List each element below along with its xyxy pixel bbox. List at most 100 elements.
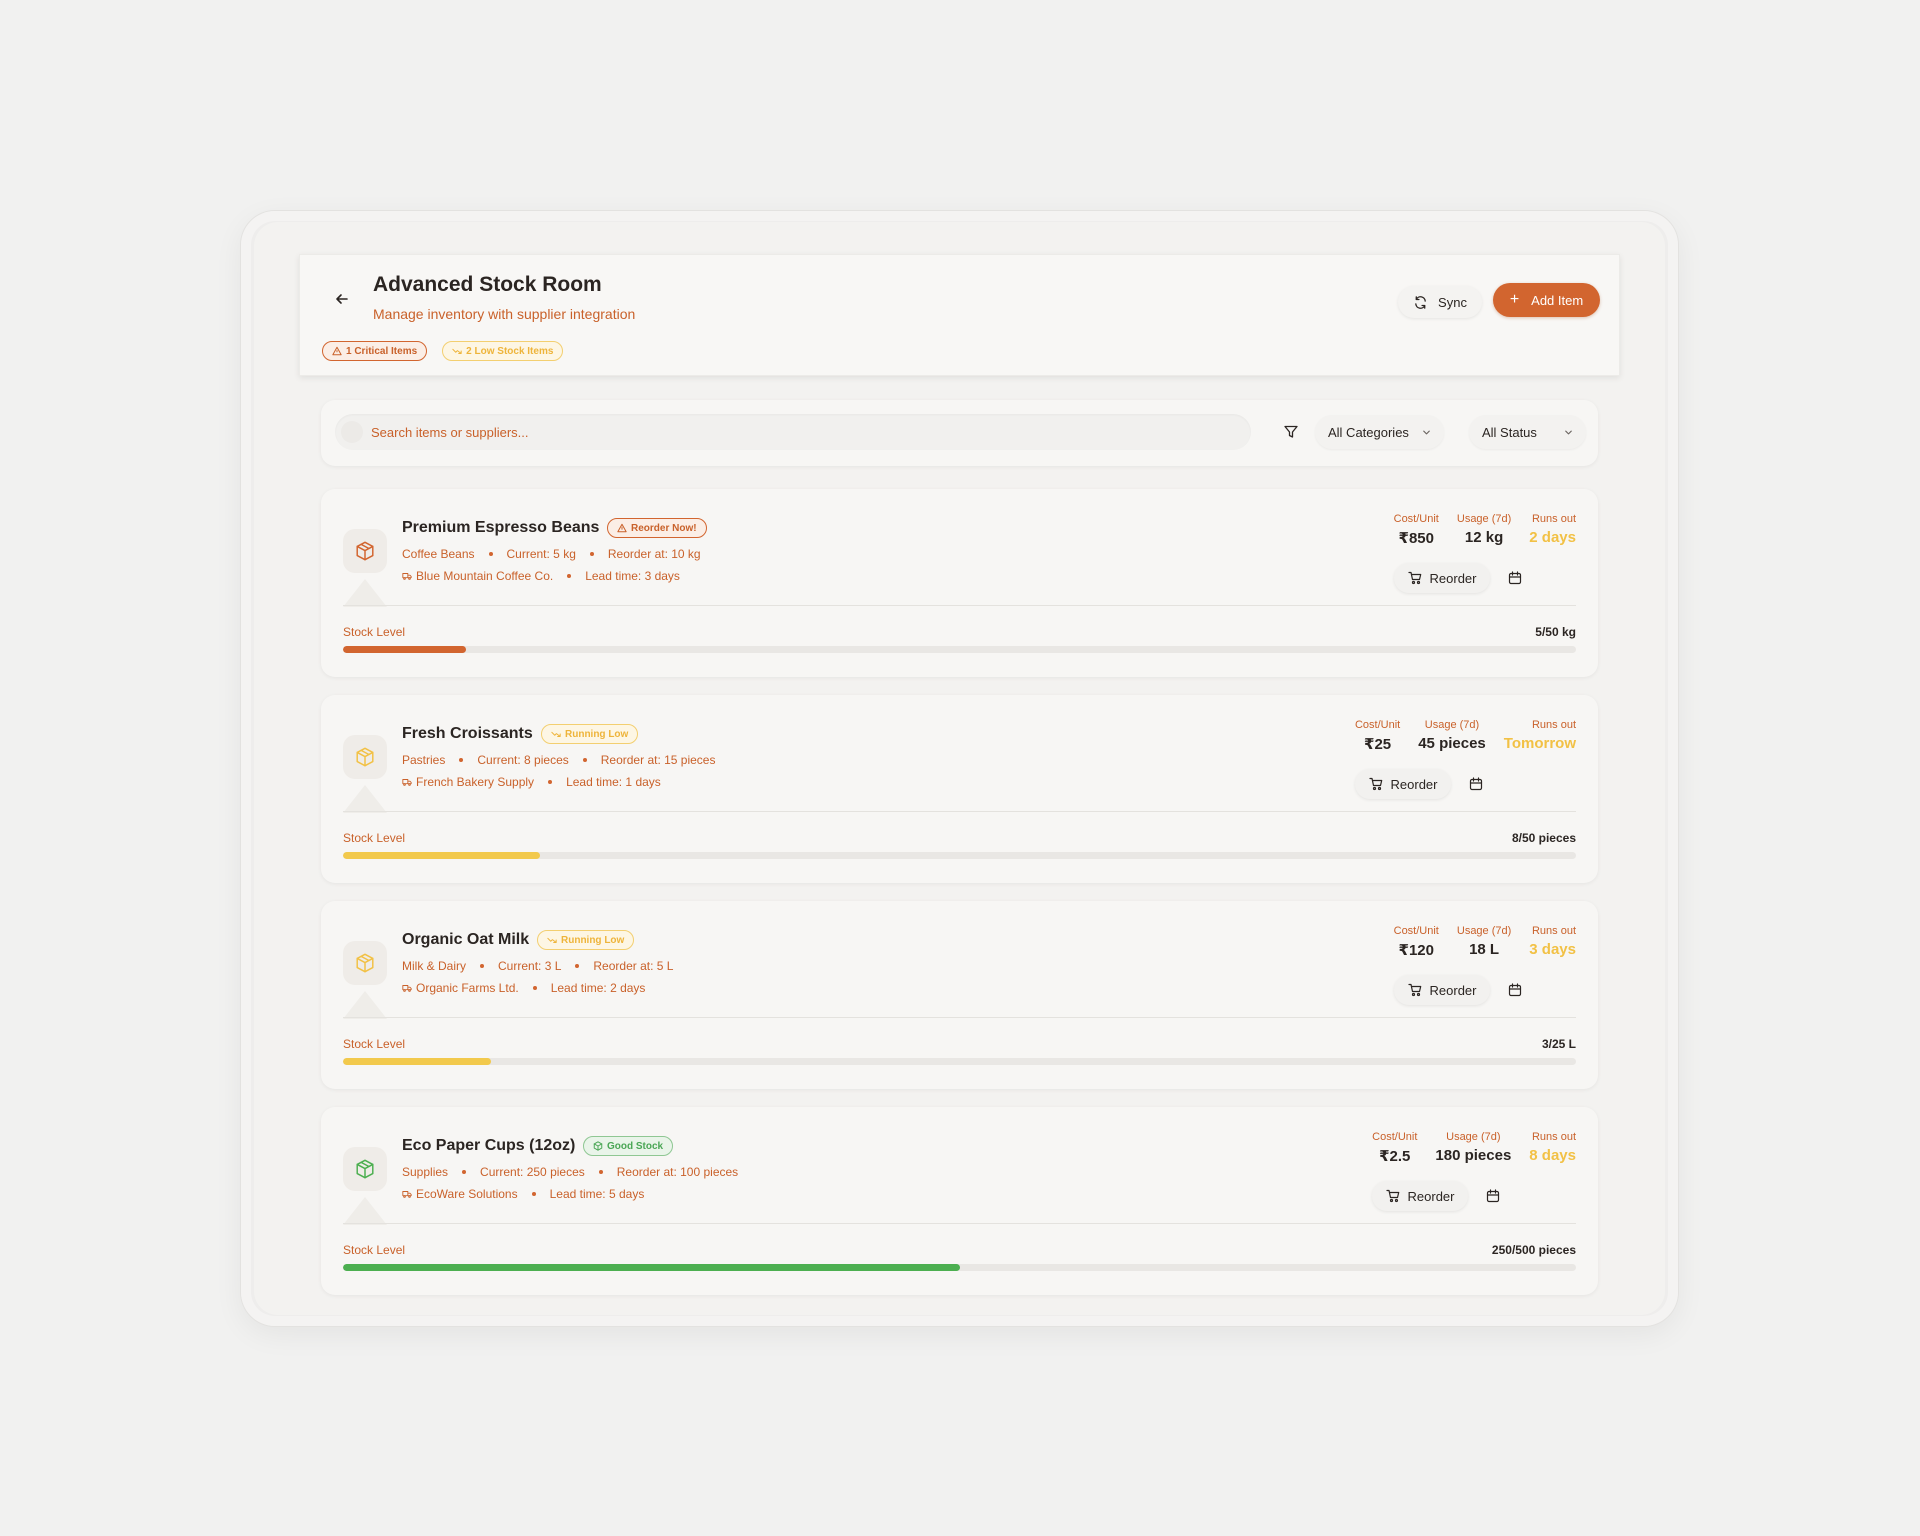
usage-stat: Usage (7d) 45 pieces bbox=[1418, 719, 1486, 753]
item-category: Milk & Dairy bbox=[402, 959, 467, 973]
cost-stat: Cost/Unit ₹2.5 bbox=[1372, 1131, 1417, 1165]
item-supplier: French Bakery Supply bbox=[416, 775, 535, 789]
runs-out-value: 2 days bbox=[1529, 529, 1576, 546]
item-lead-time: Lead time: 3 days bbox=[585, 569, 680, 583]
package-icon bbox=[356, 1159, 374, 1179]
stock-count: 250/500 pieces bbox=[1491, 1243, 1576, 1257]
item-reorder-at: Reorder at: 15 pieces bbox=[600, 753, 716, 767]
truck-icon bbox=[402, 779, 412, 786]
cost-value: ₹25 bbox=[1364, 736, 1392, 753]
item-lead-time: Lead time: 5 days bbox=[549, 1187, 645, 1201]
usage-label: Usage (7d) bbox=[1446, 1131, 1501, 1143]
item-name: Eco Paper Cups (12oz) bbox=[402, 1137, 576, 1154]
item-category: Coffee Beans bbox=[402, 547, 475, 561]
separator-dot bbox=[589, 552, 594, 556]
stock-level-label: Stock Level bbox=[343, 831, 406, 845]
category-select[interactable]: All Categories bbox=[1315, 415, 1444, 449]
search-input[interactable] bbox=[335, 414, 1251, 450]
page-header: Advanced Stock Room Manage inventory wit… bbox=[299, 254, 1620, 376]
calendar-icon[interactable] bbox=[1486, 1189, 1500, 1203]
item-stats: Cost/Unit ₹25 Usage (7d) 45 pieces Runs … bbox=[1355, 719, 1576, 753]
inventory-card[interactable]: Organic Oat Milk Running Low Milk & Dair… bbox=[321, 901, 1598, 1089]
runs-out-value: Tomorrow bbox=[1503, 735, 1576, 752]
item-current: Current: 3 L bbox=[498, 959, 562, 973]
item-actions: Reorder bbox=[1355, 769, 1483, 799]
low-stock-badge[interactable]: 2 Low Stock Items bbox=[442, 341, 564, 361]
stock-progress-fill bbox=[343, 852, 541, 859]
item-name: Organic Oat Milk bbox=[402, 931, 530, 948]
separator-dot bbox=[488, 552, 493, 556]
runs-out-stat: Runs out 3 days bbox=[1529, 925, 1576, 959]
runs-out-label: Runs out bbox=[1531, 1131, 1576, 1143]
status-select[interactable]: All Status bbox=[1469, 415, 1586, 449]
inventory-card[interactable]: Premium Espresso Beans Reorder Now! Coff… bbox=[321, 489, 1598, 677]
item-stats: Cost/Unit ₹120 Usage (7d) 18 L Runs out … bbox=[1394, 925, 1576, 959]
warning-icon bbox=[617, 523, 627, 533]
arrow-left-icon[interactable] bbox=[332, 289, 352, 309]
card-divider bbox=[343, 1223, 1576, 1224]
reorder-button[interactable]: Reorder bbox=[1355, 769, 1451, 799]
package-icon bbox=[356, 953, 374, 973]
filter-icon bbox=[1284, 425, 1298, 438]
reorder-button[interactable]: Reorder bbox=[1394, 563, 1490, 593]
cost-label: Cost/Unit bbox=[1393, 513, 1439, 525]
status-select-value: All Status bbox=[1482, 424, 1537, 440]
calendar-icon[interactable] bbox=[1508, 983, 1522, 997]
cost-value: ₹2.5 bbox=[1379, 1148, 1411, 1165]
alert-badges: 1 Critical Items 2 Low Stock Items bbox=[322, 341, 564, 361]
item-name: Fresh Croissants bbox=[402, 725, 533, 742]
stock-level-label: Stock Level bbox=[343, 1243, 406, 1257]
item-icon bbox=[343, 941, 387, 985]
supplier-details: Blue Mountain Coffee Co. Lead time: 3 da… bbox=[402, 569, 680, 583]
truck-icon bbox=[402, 1191, 412, 1198]
reorder-label: Reorder bbox=[1390, 776, 1438, 792]
add-item-button[interactable]: + Add Item bbox=[1493, 283, 1600, 317]
calendar-icon[interactable] bbox=[1469, 777, 1483, 791]
icon-shadow bbox=[343, 579, 387, 607]
runs-out-stat: Runs out Tomorrow bbox=[1504, 719, 1576, 753]
cart-icon bbox=[1385, 1189, 1399, 1203]
low-stock-label: 2 Low Stock Items bbox=[466, 345, 554, 357]
runs-out-value: 3 days bbox=[1529, 941, 1576, 958]
item-category: Pastries bbox=[402, 753, 446, 767]
item-icon bbox=[343, 735, 387, 779]
item-name: Premium Espresso Beans bbox=[402, 519, 600, 536]
stock-count: 8/50 pieces bbox=[1511, 831, 1576, 845]
chevron-down-icon bbox=[1423, 430, 1430, 434]
usage-label: Usage (7d) bbox=[1456, 513, 1512, 525]
card-divider bbox=[343, 811, 1576, 812]
cart-icon bbox=[1407, 983, 1421, 997]
runs-out-label: Runs out bbox=[1531, 925, 1576, 937]
usage-label: Usage (7d) bbox=[1456, 925, 1512, 937]
calendar-icon[interactable] bbox=[1508, 571, 1522, 585]
separator-dot bbox=[575, 964, 580, 968]
separator-dot bbox=[598, 1170, 603, 1174]
sync-label: Sync bbox=[1438, 294, 1467, 310]
inventory-card[interactable]: Fresh Croissants Running Low Pastries Cu… bbox=[321, 695, 1598, 883]
inventory-card[interactable]: Eco Paper Cups (12oz) Good Stock Supplie… bbox=[321, 1107, 1598, 1295]
trending-down-icon bbox=[452, 348, 462, 354]
card-divider bbox=[343, 605, 1576, 606]
add-item-label: Add Item bbox=[1531, 292, 1584, 308]
item-lead-time: Lead time: 1 days bbox=[566, 775, 661, 789]
status-badge-label: Good Stock bbox=[607, 1140, 664, 1152]
card-divider bbox=[343, 1017, 1576, 1018]
cost-stat: Cost/Unit ₹120 bbox=[1394, 925, 1439, 959]
runs-out-label: Runs out bbox=[1531, 719, 1576, 731]
separator-dot bbox=[531, 1192, 536, 1196]
reorder-button[interactable]: Reorder bbox=[1394, 975, 1490, 1005]
reorder-button[interactable]: Reorder bbox=[1372, 1181, 1468, 1211]
item-details: Coffee Beans Current: 5 kg Reorder at: 1… bbox=[402, 547, 701, 561]
item-stats: Cost/Unit ₹850 Usage (7d) 12 kg Runs out… bbox=[1394, 513, 1576, 547]
usage-value: 18 L bbox=[1469, 941, 1500, 958]
refresh-icon bbox=[1415, 295, 1426, 309]
critical-items-badge[interactable]: 1 Critical Items bbox=[322, 341, 428, 361]
search-icon bbox=[341, 421, 363, 443]
sync-button[interactable]: Sync bbox=[1398, 286, 1482, 318]
item-reorder-at: Reorder at: 10 kg bbox=[607, 547, 701, 561]
supplier-details: Organic Farms Ltd. Lead time: 2 days bbox=[402, 981, 645, 995]
reorder-label: Reorder bbox=[1429, 570, 1477, 586]
warning-icon bbox=[332, 346, 342, 356]
status-badge: Reorder Now! bbox=[607, 518, 707, 538]
stock-progress-fill bbox=[343, 1058, 491, 1065]
